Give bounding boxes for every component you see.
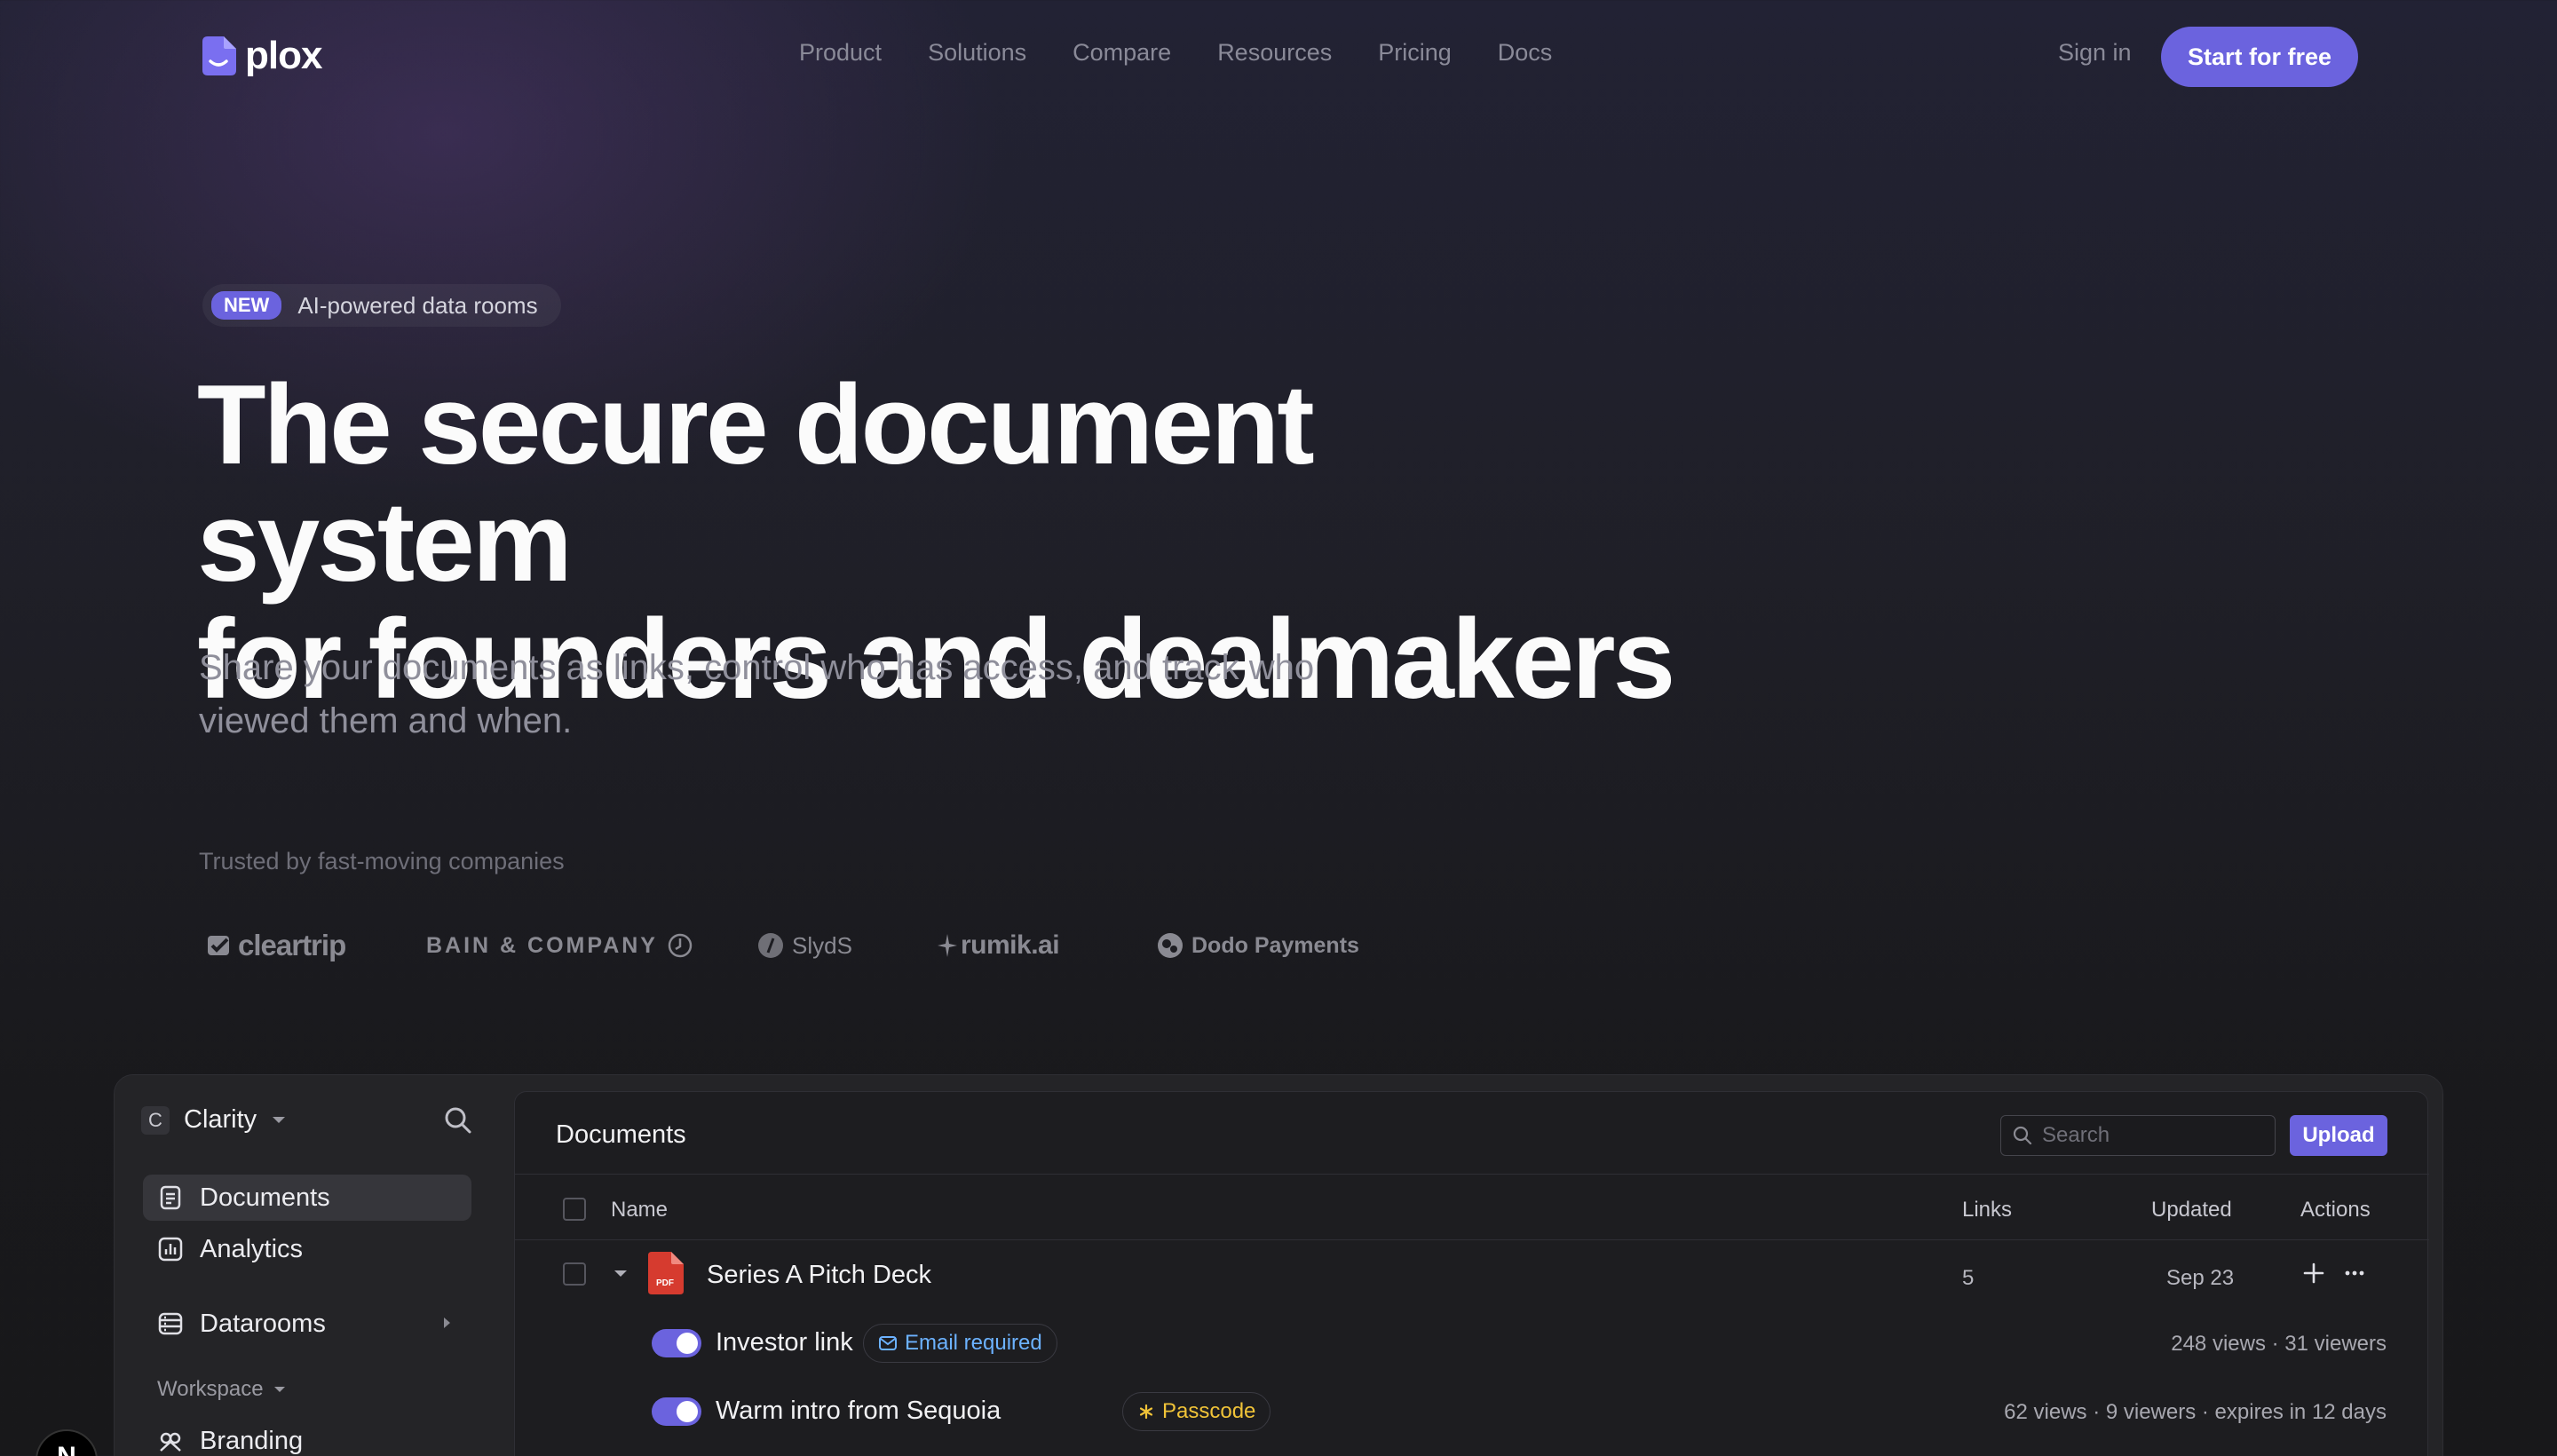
app-preview: C Clarity Documents Analytics Datarooms … xyxy=(114,1074,2443,1456)
sidebar-item-label: Analytics xyxy=(200,1234,304,1263)
workspace-section-header[interactable]: Workspace xyxy=(157,1377,285,1402)
link-toggle[interactable] xyxy=(652,1397,701,1426)
top-nav: plox Product Solutions Compare Resources… xyxy=(0,0,2557,111)
column-header-name[interactable]: Name xyxy=(611,1198,668,1223)
logo-icon xyxy=(202,36,236,75)
sidebar-item-datarooms[interactable]: Datarooms xyxy=(143,1301,471,1347)
logo-cleartrip-text: cleartrip xyxy=(238,929,346,961)
logo-bain: BAIN & COMPANY xyxy=(426,923,693,968)
floating-badge[interactable]: N xyxy=(36,1429,98,1456)
chart-icon xyxy=(158,1237,183,1262)
start-for-free-button[interactable]: Start for free xyxy=(2161,27,2358,87)
chevron-down-icon[interactable] xyxy=(614,1270,627,1277)
mail-icon xyxy=(879,1336,897,1350)
chevron-down-icon xyxy=(273,1117,286,1123)
column-header-updated[interactable]: Updated xyxy=(2151,1198,2232,1223)
document-updated: Sep 23 xyxy=(2166,1266,2235,1290)
link-toggle[interactable] xyxy=(652,1329,701,1357)
chevron-down-icon xyxy=(273,1387,285,1392)
section-label: Workspace xyxy=(157,1377,264,1401)
workspace-name: Clarity xyxy=(184,1105,257,1134)
trusted-by-label: Trusted by fast-moving companies xyxy=(199,848,565,874)
badge-text: Passcode xyxy=(1162,1399,1256,1423)
workspace-initial: C xyxy=(141,1105,170,1135)
logo-slyds: SlydS xyxy=(756,923,852,968)
column-header-links[interactable]: Links xyxy=(1962,1198,2012,1223)
announcement-badge[interactable]: NEW AI-powered data rooms xyxy=(202,284,561,327)
sidebar-item-label: Datarooms xyxy=(200,1309,326,1338)
passcode-badge: Passcode xyxy=(1122,1392,1271,1431)
document-icon xyxy=(160,1185,181,1210)
brush-icon xyxy=(160,1432,181,1452)
nav-links: Product Solutions Compare Resources Pric… xyxy=(799,39,1598,67)
rumik-star-icon xyxy=(938,934,957,957)
logo-dodo-text: Dodo Payments xyxy=(1191,932,1359,958)
nav-link-solutions[interactable]: Solutions xyxy=(928,39,1026,67)
nav-link-compare[interactable]: Compare xyxy=(1073,39,1171,67)
document-name[interactable]: Series A Pitch Deck xyxy=(707,1261,931,1290)
divider xyxy=(515,1239,2429,1240)
sidebar-item-label: Branding xyxy=(200,1426,304,1455)
sign-in-link[interactable]: Sign in xyxy=(2058,39,2132,67)
workspace-switcher[interactable]: C Clarity xyxy=(141,1105,286,1135)
link-name[interactable]: Investor link xyxy=(716,1328,853,1357)
page-title: Documents xyxy=(556,1120,686,1149)
nav-link-docs[interactable]: Docs xyxy=(1498,39,1553,67)
hero-subtitle: Share your documents as links, control w… xyxy=(199,641,1460,748)
divider xyxy=(515,1174,2429,1175)
asterisk-icon xyxy=(1139,1404,1153,1420)
more-options-icon[interactable] xyxy=(2342,1261,2367,1286)
search-input[interactable]: Search xyxy=(2000,1115,2276,1156)
nav-link-product[interactable]: Product xyxy=(799,39,882,67)
sidebar: C Clarity Documents Analytics Datarooms … xyxy=(115,1075,496,1456)
customer-logos: cleartrip BAIN & COMPANY SlydS rumik.ai … xyxy=(206,923,1449,968)
upload-button[interactable]: Upload xyxy=(2290,1115,2387,1156)
row-checkbox[interactable] xyxy=(563,1262,586,1286)
nav-link-resources[interactable]: Resources xyxy=(1217,39,1332,67)
email-required-badge: Email required xyxy=(863,1324,1057,1363)
dataroom-icon xyxy=(158,1312,183,1335)
logo[interactable]: plox xyxy=(197,34,322,78)
chevron-right-icon xyxy=(444,1318,450,1328)
badge-text: Email required xyxy=(905,1331,1042,1355)
sidebar-item-label: Documents xyxy=(200,1183,330,1212)
link-stats: 248 views · 31 viewers xyxy=(2171,1332,2387,1356)
sidebar-item-analytics[interactable]: Analytics xyxy=(143,1226,471,1272)
plus-icon[interactable] xyxy=(2301,1261,2326,1286)
pdf-file-icon: PDF xyxy=(648,1252,684,1294)
logo-rumik: rumik.ai xyxy=(936,923,1060,968)
link-stats: 62 views · 9 viewers · expires in 12 day… xyxy=(2004,1400,2387,1424)
column-header-actions: Actions xyxy=(2300,1198,2371,1222)
logo-dodo-payments: Dodo Payments xyxy=(1156,923,1359,968)
new-tag: NEW xyxy=(211,291,282,320)
dodo-icon xyxy=(1158,933,1183,958)
hero-subtitle-line-1: Share your documents as links, control w… xyxy=(199,648,1315,687)
document-links-count: 5 xyxy=(1962,1266,1975,1290)
logo-bain-text: BAIN & COMPANY xyxy=(426,932,658,958)
logo-text: plox xyxy=(245,34,322,77)
search-icon xyxy=(2013,1126,2032,1145)
logo-rumik-text: rumik.ai xyxy=(961,930,1060,960)
sidebar-item-documents[interactable]: Documents xyxy=(143,1175,471,1221)
hero-title-line-1: The secure document system xyxy=(197,361,1315,605)
cleartrip-check-icon xyxy=(208,936,229,955)
hero-subtitle-line-2: viewed them and when. xyxy=(199,701,573,740)
search-icon[interactable] xyxy=(443,1105,473,1136)
pdf-label: PDF xyxy=(656,1278,674,1288)
select-all-checkbox[interactable] xyxy=(563,1198,586,1221)
nav-link-pricing[interactable]: Pricing xyxy=(1378,39,1452,67)
search-placeholder: Search xyxy=(2042,1123,2110,1147)
announcement-text: AI-powered data rooms xyxy=(297,291,538,319)
slyds-icon xyxy=(758,933,783,958)
documents-panel: Documents Search Upload Name Links Updat… xyxy=(514,1091,2429,1456)
bain-emblem-icon xyxy=(668,933,693,958)
sidebar-item-branding[interactable]: Branding xyxy=(143,1418,471,1456)
logo-slyds-text: SlydS xyxy=(792,931,852,959)
logo-cleartrip: cleartrip xyxy=(206,923,346,968)
link-name[interactable]: Warm intro from Sequoia xyxy=(716,1397,1001,1426)
